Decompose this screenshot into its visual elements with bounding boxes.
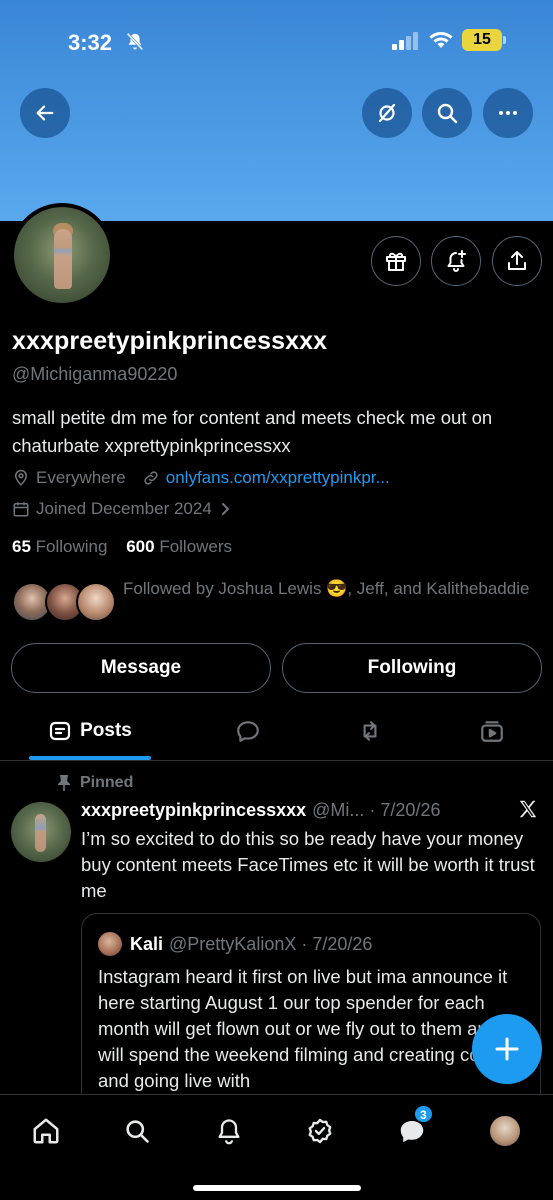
reply-icon bbox=[237, 721, 259, 742]
post-header: xxxpreetypinkprincessxxx @Mi... · 7/20/2… bbox=[81, 800, 440, 821]
tabs-divider bbox=[0, 760, 553, 761]
search-icon bbox=[437, 103, 458, 124]
following-button[interactable]: Following bbox=[282, 643, 542, 693]
following-count-label: Following bbox=[35, 537, 108, 556]
followers-count-label: Followers bbox=[159, 537, 233, 556]
chevron-right-icon bbox=[221, 503, 230, 515]
gift-icon bbox=[386, 252, 406, 271]
search-button[interactable] bbox=[422, 88, 472, 138]
following-count-link[interactable]: 65 Following bbox=[12, 537, 107, 556]
arrow-left-icon bbox=[36, 105, 54, 121]
bell-plus-icon bbox=[447, 250, 466, 272]
tab-reposts[interactable] bbox=[350, 704, 390, 758]
quoted-post[interactable]: Kali @PrettyKalionX · 7/20/26 Instagram … bbox=[81, 913, 541, 1113]
follower-avatar-3 bbox=[76, 582, 116, 622]
more-icon bbox=[499, 111, 517, 115]
home-icon bbox=[33, 1118, 59, 1144]
tab-replies[interactable] bbox=[228, 704, 268, 758]
pin-icon bbox=[58, 775, 70, 791]
followers-count-link[interactable]: 600 Followers bbox=[126, 537, 232, 556]
post-author-meta: @Mi... · 7/20/26 bbox=[312, 800, 441, 820]
battery-tip bbox=[503, 36, 506, 44]
status-bar: 3:32 15 bbox=[0, 26, 553, 60]
home-indicator[interactable] bbox=[193, 1185, 361, 1191]
quoted-author-meta: @PrettyKalionX · 7/20/26 bbox=[169, 933, 373, 954]
back-button[interactable] bbox=[20, 88, 70, 138]
tab-media[interactable] bbox=[472, 704, 512, 758]
quoted-post-text: Instagram heard it first on live but ima… bbox=[98, 966, 521, 1091]
more-button[interactable] bbox=[483, 88, 533, 138]
link-icon bbox=[144, 471, 158, 485]
location-icon bbox=[14, 469, 28, 486]
messages-badge: 3 bbox=[414, 1105, 433, 1123]
bell-icon bbox=[218, 1119, 240, 1145]
battery-indicator: 15 bbox=[462, 29, 502, 51]
grok-button[interactable] bbox=[362, 88, 412, 138]
tab-posts[interactable]: Posts bbox=[29, 704, 151, 758]
posts-icon bbox=[50, 721, 71, 741]
profile-handle: @Michiganma90220 bbox=[12, 364, 178, 384]
verified-badge-icon bbox=[308, 1118, 332, 1144]
status-time: 3:32 bbox=[68, 30, 113, 55]
profile-tabs: Posts bbox=[0, 704, 553, 760]
following-count: 65 bbox=[12, 537, 31, 556]
profile-website-link[interactable]: onlyfans.com/xxprettypinkpr... bbox=[166, 468, 390, 488]
followed-by-text: Followed by Joshua Lewis 😎, Jeff, and Ka… bbox=[123, 579, 530, 598]
nav-messages[interactable]: 3 bbox=[392, 1105, 433, 1151]
cellular-signal-icon bbox=[392, 32, 420, 55]
grok-icon bbox=[378, 103, 396, 123]
post-author-name[interactable]: xxxpreetypinkprincessxxx bbox=[81, 800, 306, 821]
quoted-post-header: Kali @PrettyKalionX · 7/20/26 bbox=[98, 932, 372, 956]
pinned-label-row: Pinned bbox=[56, 774, 133, 792]
quoted-author-name: Kali bbox=[130, 933, 164, 954]
nav-profile[interactable] bbox=[485, 1111, 525, 1151]
x-logo-icon[interactable] bbox=[517, 798, 539, 825]
subscribe-gift-button[interactable] bbox=[371, 236, 421, 286]
notifications-button[interactable] bbox=[431, 236, 481, 286]
bell-off-icon bbox=[124, 31, 146, 58]
follow-counts: 65 Following 600 Followers bbox=[12, 537, 232, 557]
profile-meta-row: Everywhere onlyfans.com/xxprettypinkpr..… bbox=[12, 468, 390, 488]
search-icon bbox=[126, 1120, 149, 1143]
profile-joined-date: Joined December 2024 bbox=[36, 499, 212, 518]
media-icon bbox=[481, 721, 503, 742]
plus-icon bbox=[495, 1037, 519, 1061]
nav-notifications[interactable] bbox=[209, 1111, 249, 1151]
wifi-icon bbox=[428, 30, 454, 55]
nav-home[interactable] bbox=[26, 1111, 66, 1151]
calendar-icon bbox=[13, 502, 29, 517]
repost-icon bbox=[363, 721, 377, 741]
message-button[interactable]: Message bbox=[11, 643, 271, 693]
post-text: I’m so excited to do this so be ready ha… bbox=[81, 828, 535, 901]
profile-bio: small petite dm me for content and meets… bbox=[12, 407, 493, 456]
share-icon bbox=[508, 251, 526, 270]
profile-display-name: xxxpreetypinkprincessxxx bbox=[12, 327, 328, 355]
nav-search[interactable] bbox=[117, 1111, 157, 1151]
post-avatar-figure bbox=[35, 814, 46, 852]
avatar-figure bbox=[54, 229, 72, 289]
profile-avatar[interactable] bbox=[10, 203, 114, 307]
followed-by-row[interactable]: Followed by Joshua Lewis 😎, Jeff, and Ka… bbox=[12, 576, 547, 628]
followers-count: 600 bbox=[126, 537, 155, 556]
tab-posts-label: Posts bbox=[80, 720, 132, 741]
post-author-avatar[interactable] bbox=[11, 802, 71, 862]
profile-joined-row[interactable]: Joined December 2024 bbox=[12, 499, 232, 519]
nav-profile-avatar bbox=[490, 1116, 520, 1146]
share-button[interactable] bbox=[492, 236, 542, 286]
pinned-label: Pinned bbox=[80, 774, 134, 791]
profile-location: Everywhere bbox=[36, 468, 126, 487]
nav-verified-orgs[interactable] bbox=[300, 1111, 340, 1151]
quoted-author-avatar bbox=[98, 932, 122, 956]
compose-post-button[interactable] bbox=[472, 1014, 542, 1084]
